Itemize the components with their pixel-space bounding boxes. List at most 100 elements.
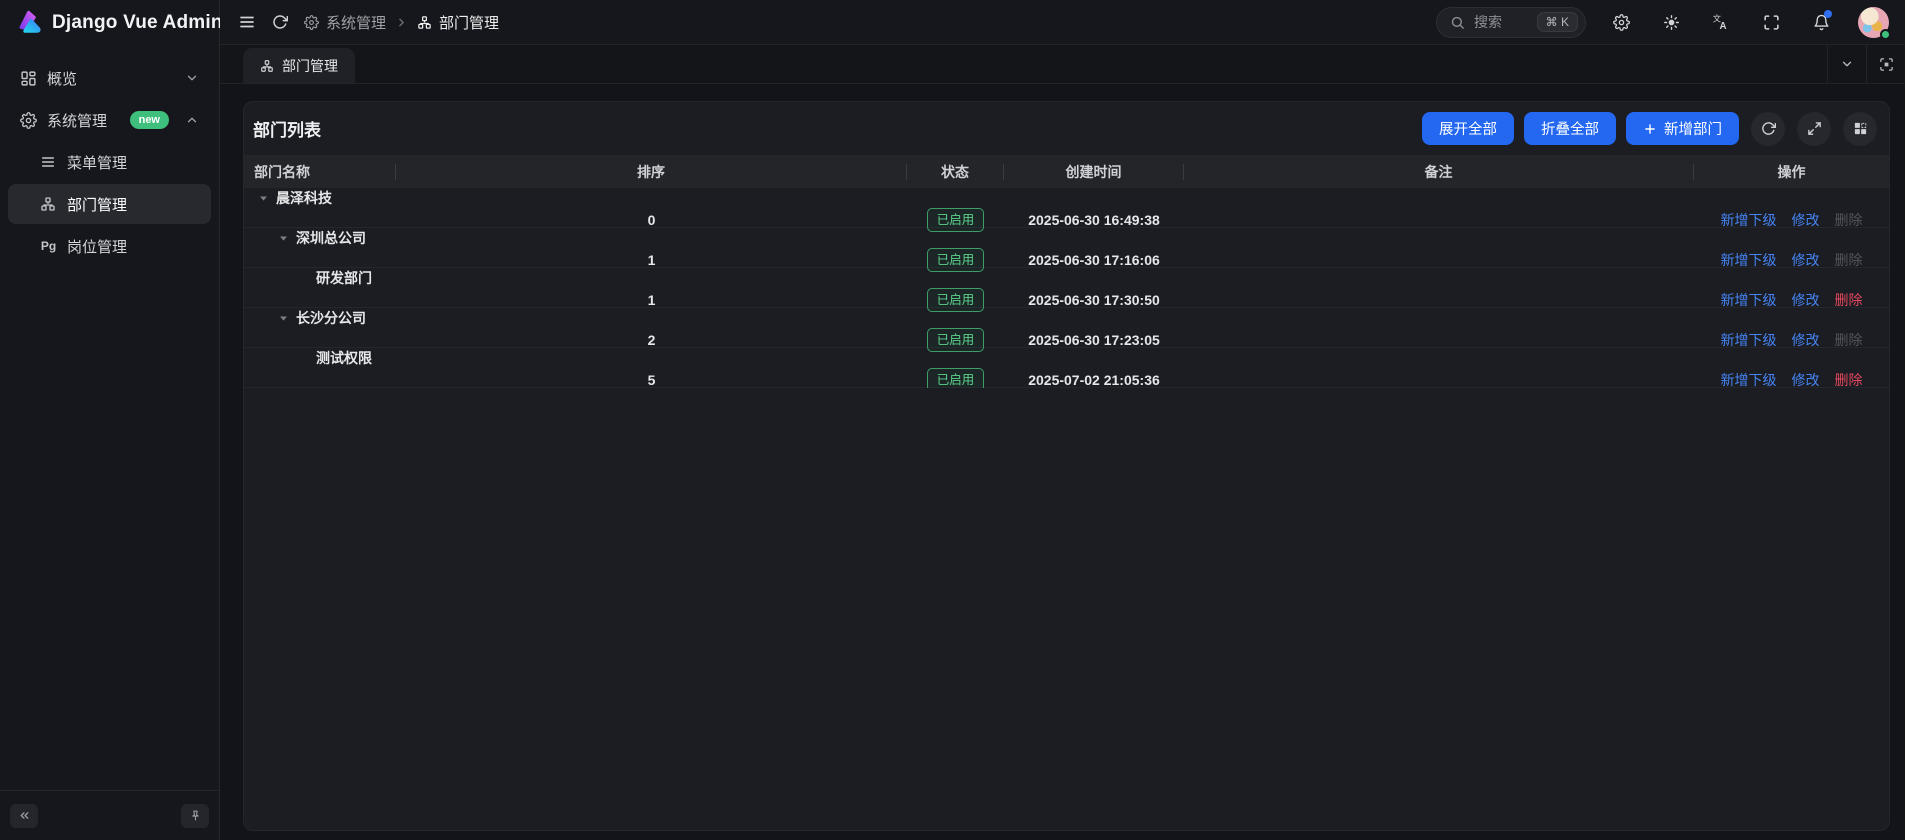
delete-link[interactable]: 删除 (1835, 290, 1863, 310)
refresh-table-button[interactable] (1751, 112, 1785, 146)
tree-expand-caret[interactable] (256, 193, 271, 204)
delete-link[interactable]: 删除 (1835, 370, 1863, 390)
sort-value: 5 (648, 372, 656, 388)
dept-name-cell: 晨泽科技 (244, 188, 907, 208)
breadcrumb-item-system[interactable]: 系统管理 (304, 12, 386, 33)
search-placeholder: 搜索 (1474, 12, 1502, 32)
tabbar-controls (1827, 45, 1905, 83)
notification-dot (1824, 10, 1832, 18)
tree-expand-caret[interactable] (276, 313, 291, 324)
column-header-actions[interactable]: 操作 (1694, 164, 1889, 180)
sidebar-item-system[interactable]: 系统管理 new (8, 100, 211, 140)
add-child-link[interactable]: 新增下级 (1721, 290, 1777, 310)
fullscreen-button[interactable] (1754, 5, 1788, 39)
table-fullscreen-button[interactable] (1797, 112, 1831, 146)
actions-cell: 新增下级 修改 删除 (1694, 330, 1889, 350)
edit-link[interactable]: 修改 (1792, 370, 1820, 390)
column-header-remark[interactable]: 备注 (1184, 164, 1694, 180)
sidebar-item-menu-mgmt[interactable]: 菜单管理 (8, 142, 211, 182)
edit-link[interactable]: 修改 (1792, 290, 1820, 310)
page-content: 部门列表 展开全部 折叠全部 新增部门 (220, 84, 1905, 840)
column-settings-button[interactable] (1843, 112, 1877, 146)
theme-toggle-button[interactable] (1654, 5, 1688, 39)
sidebar-item-label: 岗位管理 (67, 236, 127, 257)
dept-name: 长沙分公司 (296, 308, 366, 328)
dept-name: 研发部门 (316, 268, 372, 288)
column-header-sort[interactable]: 排序 (396, 164, 907, 180)
notifications-button[interactable] (1804, 5, 1838, 39)
org-chart-icon (417, 15, 432, 30)
dept-name: 深圳总公司 (296, 228, 366, 248)
table-row: 研发部门 1 已启用 2025-06-30 17:30:50 新增下级 修改 删… (244, 268, 1889, 308)
online-status-dot (1880, 29, 1891, 40)
card-toolbar: 展开全部 折叠全部 新增部门 (1422, 112, 1877, 146)
sidebar-item-label: 系统管理 (47, 110, 107, 131)
sidebar-item-label: 概览 (47, 68, 77, 89)
column-header-status[interactable]: 状态 (907, 164, 1004, 180)
breadcrumb: 系统管理 部门管理 (304, 12, 499, 33)
actions-cell: 新增下级 修改 删除 (1694, 370, 1889, 390)
edit-link[interactable]: 修改 (1792, 250, 1820, 270)
chevron-up-icon (185, 113, 199, 127)
table-row: 测试权限 5 已启用 2025-07-02 21:05:36 新增下级 修改 删… (244, 348, 1889, 388)
collapse-all-button[interactable]: 折叠全部 (1524, 112, 1616, 145)
search-input[interactable]: 搜索 ⌘ K (1436, 7, 1586, 38)
settings-button[interactable] (1604, 5, 1638, 39)
add-child-link[interactable]: 新增下级 (1721, 210, 1777, 230)
tabs-dropdown-button[interactable] (1827, 45, 1866, 83)
sidebar-menu: 概览 系统管理 new 菜单管理 部门管理 (0, 46, 219, 790)
edit-link[interactable]: 修改 (1792, 210, 1820, 230)
collapse-sidebar-button[interactable] (10, 804, 38, 828)
gear-icon (20, 112, 37, 129)
menu-list-icon (40, 154, 57, 171)
actions-cell: 新增下级 修改 删除 (1694, 210, 1889, 230)
breadcrumb-label: 系统管理 (326, 12, 386, 33)
refresh-page-icon[interactable] (272, 14, 288, 30)
maximize-content-button[interactable] (1866, 45, 1905, 83)
language-button[interactable]: 文A (1704, 5, 1738, 39)
add-child-link[interactable]: 新增下级 (1721, 370, 1777, 390)
dept-name-cell: 长沙分公司 (244, 308, 907, 328)
hamburger-menu-icon[interactable] (238, 13, 256, 31)
app-logo-row[interactable]: Django Vue Admin (0, 0, 219, 46)
actions-cell: 新增下级 修改 删除 (1694, 290, 1889, 310)
column-header-name[interactable]: 部门名称 (244, 164, 396, 180)
app-title: Django Vue Admin (52, 12, 223, 34)
search-icon (1450, 15, 1465, 30)
dept-name: 测试权限 (316, 348, 372, 368)
tab-dept-mgmt[interactable]: 部门管理 (243, 48, 355, 83)
dept-list-card: 部门列表 展开全部 折叠全部 新增部门 (243, 101, 1890, 831)
pin-sidebar-button[interactable] (181, 804, 209, 828)
sidebar: Django Vue Admin 概览 系统管理 new (0, 0, 220, 840)
created-time: 2025-07-02 21:05:36 (1004, 372, 1184, 388)
actions-cell: 新增下级 修改 删除 (1694, 250, 1889, 270)
tab-bar: 部门管理 (220, 45, 1905, 84)
breadcrumb-item-dept[interactable]: 部门管理 (417, 12, 499, 33)
page-title: 部门列表 (253, 116, 321, 141)
table-row: 长沙分公司 2 已启用 2025-06-30 17:23:05 新增下级 修改 … (244, 308, 1889, 348)
table-empty-area (244, 388, 1889, 830)
user-avatar[interactable] (1858, 7, 1889, 38)
sidebar-item-dept-mgmt[interactable]: 部门管理 (8, 184, 211, 224)
chevron-right-icon (395, 16, 408, 29)
new-badge: new (130, 111, 169, 129)
sidebar-item-post-mgmt[interactable]: Pg 岗位管理 (8, 226, 211, 266)
add-child-link[interactable]: 新增下级 (1721, 250, 1777, 270)
dept-name: 晨泽科技 (276, 188, 332, 208)
add-child-link[interactable]: 新增下级 (1721, 330, 1777, 350)
main-area: 系统管理 部门管理 搜索 ⌘ K 文A (220, 0, 1905, 840)
tab-label: 部门管理 (282, 56, 338, 76)
edit-link[interactable]: 修改 (1792, 330, 1820, 350)
search-shortcut-badge: ⌘ K (1537, 12, 1578, 32)
column-header-created[interactable]: 创建时间 (1004, 164, 1184, 180)
org-chart-icon (40, 196, 57, 213)
delete-link: 删除 (1835, 210, 1863, 230)
created-time: 2025-06-30 17:16:06 (1004, 252, 1184, 268)
add-department-button[interactable]: 新增部门 (1626, 112, 1739, 145)
expand-all-button[interactable]: 展开全部 (1422, 112, 1514, 145)
sidebar-item-label: 部门管理 (67, 194, 127, 215)
card-header: 部门列表 展开全部 折叠全部 新增部门 (244, 102, 1889, 155)
sidebar-item-overview[interactable]: 概览 (8, 58, 211, 98)
created-time: 2025-06-30 16:49:38 (1004, 212, 1184, 228)
tree-expand-caret[interactable] (276, 233, 291, 244)
